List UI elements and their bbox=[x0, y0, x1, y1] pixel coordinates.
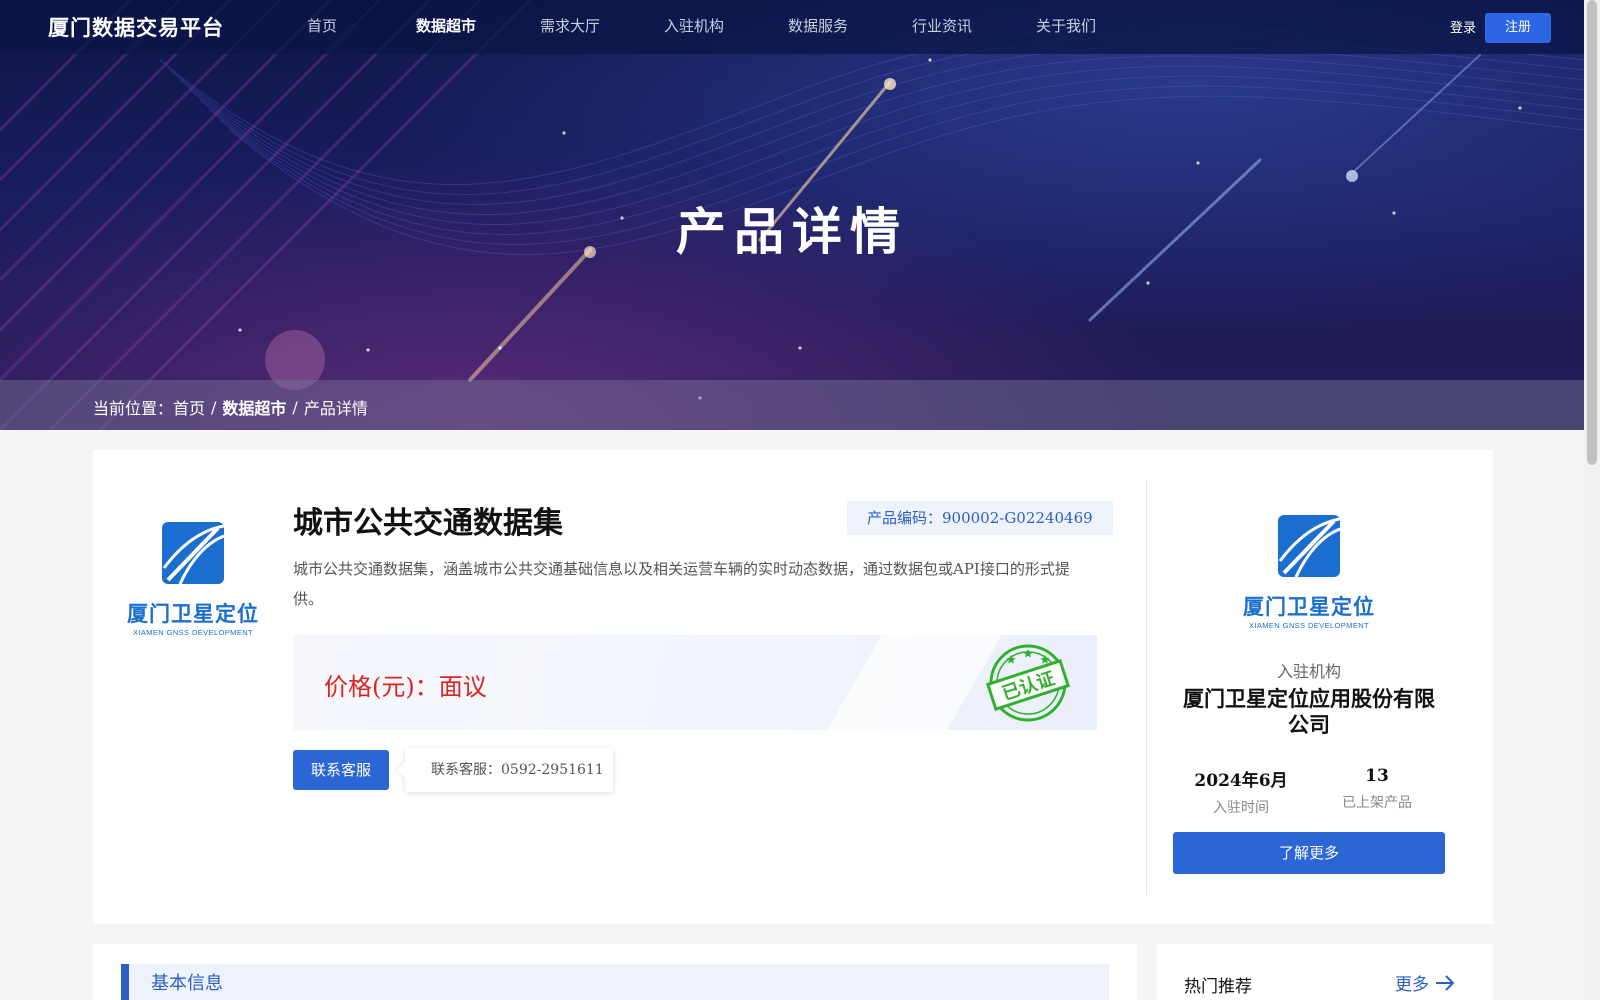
breadcrumb-separator: / bbox=[211, 397, 217, 417]
logo-english: XIAMEN GNSS DEVELOPMENT bbox=[132, 628, 254, 637]
card-divider bbox=[1146, 480, 1147, 895]
breadcrumb-data-market[interactable]: 数据超市 bbox=[222, 395, 286, 419]
nav-item-about-us[interactable]: 关于我们 bbox=[1004, 0, 1128, 54]
contact-tooltip: 联系客服：0592-2951611 bbox=[405, 748, 613, 792]
price-label: 价格(元)：面议 bbox=[324, 673, 487, 701]
organization-name: 厦门卫星定位应用股份有限公司 bbox=[1183, 686, 1435, 737]
breadcrumb-home[interactable]: 当前位置：首页 bbox=[93, 395, 205, 419]
basic-info-panel: 基本信息 bbox=[93, 944, 1137, 1000]
product-logo: 厦门卫星定位 XIAMEN GNSS DEVELOPMENT bbox=[125, 522, 261, 637]
nav-item-institutions[interactable]: 入驻机构 bbox=[632, 0, 756, 54]
certified-stamp-icon: 已认证 bbox=[985, 644, 1071, 722]
product-code: 产品编码：900002-G02240469 bbox=[847, 501, 1113, 535]
price-panel-glare bbox=[812, 635, 1014, 730]
stat-joined-value: 2024年6月 bbox=[1194, 771, 1288, 791]
nav-item-home[interactable]: 首页 bbox=[260, 0, 384, 54]
brand-logo[interactable]: 厦门数据交易平台 bbox=[48, 12, 224, 42]
main-nav: 首页 数据超市 需求大厅 入驻机构 数据服务 行业资讯 关于我们 bbox=[260, 0, 1128, 54]
gnss-logo-icon bbox=[1278, 515, 1340, 577]
product-title: 城市公共交通数据集 bbox=[293, 506, 563, 541]
page-scrollbar[interactable] bbox=[1584, 0, 1600, 1000]
gnss-logo-icon bbox=[162, 522, 224, 584]
basic-info-heading: 基本信息 bbox=[121, 964, 1109, 1000]
learn-more-button[interactable]: 了解更多 bbox=[1173, 832, 1445, 874]
stat-products-label: 已上架产品 bbox=[1342, 795, 1412, 811]
nav-item-data-market[interactable]: 数据超市 bbox=[384, 0, 508, 54]
nav-item-industry-news[interactable]: 行业资讯 bbox=[880, 0, 1004, 54]
logo-english: XIAMEN GNSS DEVELOPMENT bbox=[1248, 621, 1370, 630]
hero-title: 产品详情 bbox=[676, 202, 908, 261]
logo-name: 厦门卫星定位 bbox=[1243, 595, 1375, 619]
arrow-right-icon bbox=[1436, 974, 1455, 991]
register-button[interactable]: 注册 bbox=[1485, 13, 1551, 43]
hot-recommend-panel: 热门推荐 更多 bbox=[1157, 944, 1493, 1000]
nav-item-demand-hall[interactable]: 需求大厅 bbox=[508, 0, 632, 54]
login-link[interactable]: 登录 bbox=[1450, 17, 1476, 36]
nav-item-data-services[interactable]: 数据服务 bbox=[756, 0, 880, 54]
organization-tag: 入驻机构 bbox=[1276, 662, 1341, 681]
hot-more-link[interactable]: 更多 bbox=[1395, 970, 1455, 995]
hot-more-label: 更多 bbox=[1395, 975, 1429, 995]
stat-joined: 2024年6月 入驻时间 bbox=[1173, 766, 1309, 817]
price-panel: 价格(元)：面议 已认证 bbox=[293, 635, 1097, 730]
product-card: 厦门卫星定位 XIAMEN GNSS DEVELOPMENT 城市公共交通数据集… bbox=[93, 450, 1493, 924]
stat-products-value: 13 bbox=[1365, 766, 1389, 786]
scrollbar-thumb[interactable] bbox=[1587, 0, 1597, 465]
breadcrumb: 当前位置：首页 / 数据超市 / 产品详情 bbox=[93, 395, 368, 419]
stat-products: 13 已上架产品 bbox=[1309, 766, 1445, 812]
hot-recommend-title: 热门推荐 bbox=[1184, 977, 1252, 997]
organization-panel: 厦门卫星定位 XIAMEN GNSS DEVELOPMENT 入驻机构 厦门卫星… bbox=[1173, 450, 1445, 924]
organization-logo: 厦门卫星定位 XIAMEN GNSS DEVELOPMENT bbox=[1241, 515, 1377, 630]
contact-service-button[interactable]: 联系客服 bbox=[293, 750, 389, 790]
breadcrumb-bar: 当前位置：首页 / 数据超市 / 产品详情 bbox=[0, 380, 1584, 430]
top-navbar: 厦门数据交易平台 首页 数据超市 需求大厅 入驻机构 数据服务 行业资讯 关于我… bbox=[0, 0, 1584, 54]
stat-joined-label: 入驻时间 bbox=[1213, 800, 1269, 816]
product-description: 城市公共交通数据集，涵盖城市公共交通基础信息以及相关运营车辆的实时动态数据，通过… bbox=[293, 560, 1070, 608]
breadcrumb-current: 产品详情 bbox=[303, 399, 368, 418]
breadcrumb-separator: / bbox=[292, 397, 298, 417]
hero-banner: 产品详情 bbox=[0, 0, 1584, 430]
logo-name: 厦门卫星定位 bbox=[127, 602, 259, 626]
